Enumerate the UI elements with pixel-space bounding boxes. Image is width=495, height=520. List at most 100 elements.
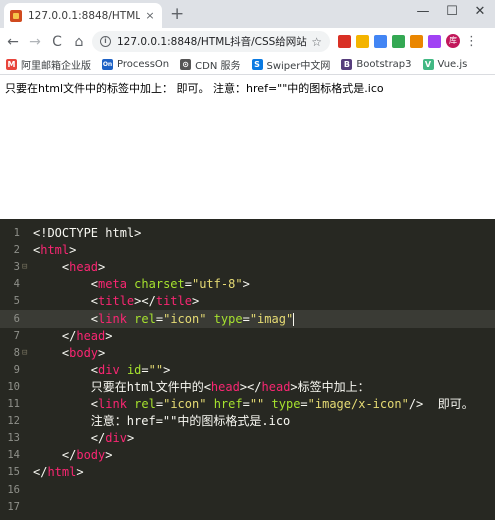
code-text: 注意：href=""中的图标格式是.ico	[33, 412, 290, 430]
line-number: 1	[13, 227, 20, 239]
extension-icon[interactable]	[392, 34, 405, 48]
bookmark-favicon-icon: B	[341, 59, 353, 70]
profile-avatar[interactable]: 库	[446, 34, 460, 48]
code-line[interactable]: 12 注意：href=""中的图标格式是.ico	[0, 412, 495, 430]
extension-icon[interactable]	[410, 34, 423, 48]
code-text: </html>	[33, 463, 84, 481]
menu-icon[interactable]: ⋮	[465, 35, 478, 48]
bookmark-label: CDN 服务	[195, 61, 241, 72]
code-line[interactable]: 10 只要在html文件中的<head></head>标签中加上：	[0, 378, 495, 396]
code-token: 标签中加上：	[297, 379, 370, 394]
code-token: <	[33, 294, 99, 309]
code-token: >	[98, 260, 106, 275]
code-line[interactable]: 15 </html>	[0, 463, 495, 481]
extension-icon[interactable]	[428, 34, 441, 48]
code-token: head	[69, 260, 99, 275]
code-text: </body>	[33, 446, 113, 464]
code-text: </head>	[33, 327, 113, 345]
browser-tab[interactable]: 127.0.0.1:8848/HTML抖音/C ×	[4, 3, 162, 28]
bookmark-favicon-icon: S	[251, 59, 263, 70]
bookmark-label: Vue.js	[437, 59, 468, 70]
address-bar[interactable]: i 127.0.0.1:8848/HTML抖音/CSS给网站title... ☆	[92, 31, 330, 52]
code-text: <link rel="icon" type="imag"	[33, 310, 295, 328]
bookmark-favicon-icon: ⊙	[180, 59, 192, 70]
line-number: 16	[7, 483, 20, 496]
maximize-icon[interactable]: ☐	[442, 4, 462, 19]
code-text: <head>	[33, 258, 105, 276]
bookmark-item[interactable]: V Vue.js	[422, 59, 468, 70]
bookmark-label: Bootstrap3	[356, 59, 412, 70]
tab-close-icon[interactable]: ×	[144, 9, 156, 22]
forward-arrow-icon[interactable]: →	[24, 34, 46, 50]
code-token: title	[155, 294, 192, 309]
line-number: 11	[7, 398, 20, 410]
code-token: >	[105, 448, 113, 463]
code-token: >	[76, 465, 84, 480]
code-editor[interactable]: 1 <!DOCTYPE html> 2 <html> 3 ⊟ <head> 4 <meta …	[0, 219, 495, 520]
code-line[interactable]: 1 <!DOCTYPE html>	[0, 224, 495, 242]
code-line[interactable]: 5 <title></title>	[0, 292, 495, 310]
code-line[interactable]: 17	[0, 498, 495, 516]
line-number: 13	[7, 432, 20, 445]
code-token: <	[33, 311, 99, 326]
code-line[interactable]: 11 <link rel="icon" href="" type="image/…	[0, 395, 495, 413]
minimize-icon[interactable]: —	[413, 4, 433, 19]
bookmark-item[interactable]: M 阿里邮箱企业版	[6, 57, 91, 72]
code-line[interactable]: 3 ⊟ <head>	[0, 258, 495, 276]
code-token: link	[98, 397, 127, 411]
code-line[interactable]: 9 <div id="">	[0, 361, 495, 379]
code-token: <	[33, 397, 99, 411]
code-line[interactable]: 8 ⊟ <body>	[0, 344, 495, 362]
line-number: 8	[13, 346, 20, 359]
code-line[interactable]: 4 <meta charset="utf-8">	[0, 275, 495, 293]
code-token: >	[191, 294, 200, 309]
code-token: </	[33, 448, 77, 463]
home-icon[interactable]: ⌂	[68, 34, 90, 50]
bookmark-favicon-icon: M	[6, 59, 17, 70]
bookmark-item[interactable]: On ProcessOn	[102, 59, 169, 70]
code-line[interactable]: 7 </head>	[0, 327, 495, 345]
code-token: =	[242, 397, 250, 411]
code-line[interactable]: 6 <link rel="icon" type="imag"	[0, 309, 495, 328]
code-token: =	[155, 311, 164, 326]
site-info-icon[interactable]: i	[100, 36, 111, 47]
back-arrow-icon[interactable]: ←	[2, 34, 24, 50]
reload-icon[interactable]: C	[46, 34, 68, 50]
code-line[interactable]: 14 </body>	[0, 446, 495, 464]
bookmark-item[interactable]: S Swiper中文网	[251, 57, 330, 72]
code-token: type	[271, 397, 301, 411]
code-token: ""	[249, 397, 265, 411]
code-token: ></	[239, 379, 262, 394]
code-text: <link rel="icon" href="" type="image/x-i…	[33, 395, 474, 413]
bookmark-item[interactable]: B Bootstrap3	[341, 59, 412, 70]
code-token: body	[76, 448, 106, 463]
fold-toggle-icon[interactable]: ⊟	[22, 344, 27, 362]
code-token: charset	[134, 277, 185, 292]
page-body-text: 只要在html文件中的标签中加上： 即可。 注意：href=""中的图标格式是.…	[5, 82, 384, 95]
extension-icon[interactable]	[356, 34, 369, 48]
line-number: 6	[13, 312, 20, 325]
bookmark-item[interactable]: ⊙ CDN 服务	[180, 57, 241, 72]
code-token: 注意：href=""中的图标格式是.ico	[33, 414, 291, 429]
code-line[interactable]: 2 <html>	[0, 241, 495, 259]
extension-icon[interactable]	[338, 34, 351, 48]
line-number: 5	[13, 295, 20, 308]
tab-title: 127.0.0.1:8848/HTML抖音/C	[28, 10, 140, 22]
code-line[interactable]: 13 </div>	[0, 429, 495, 447]
code-token: >	[242, 277, 250, 292]
close-window-icon[interactable]: ✕	[470, 4, 490, 19]
code-token: "imag"	[249, 311, 294, 326]
fold-toggle-icon[interactable]: ⊟	[22, 258, 27, 276]
bookmark-star-icon[interactable]: ☆	[311, 35, 322, 49]
new-tab-icon[interactable]: +	[170, 5, 184, 23]
code-token: </	[33, 431, 106, 446]
code-line[interactable]: 16	[0, 481, 495, 499]
code-token: rel	[134, 311, 156, 326]
code-token: =	[300, 397, 308, 411]
extension-icon[interactable]	[374, 34, 387, 48]
code-token: body	[69, 345, 99, 360]
bookmark-favicon-icon: V	[422, 59, 434, 70]
code-token: div	[98, 362, 120, 377]
